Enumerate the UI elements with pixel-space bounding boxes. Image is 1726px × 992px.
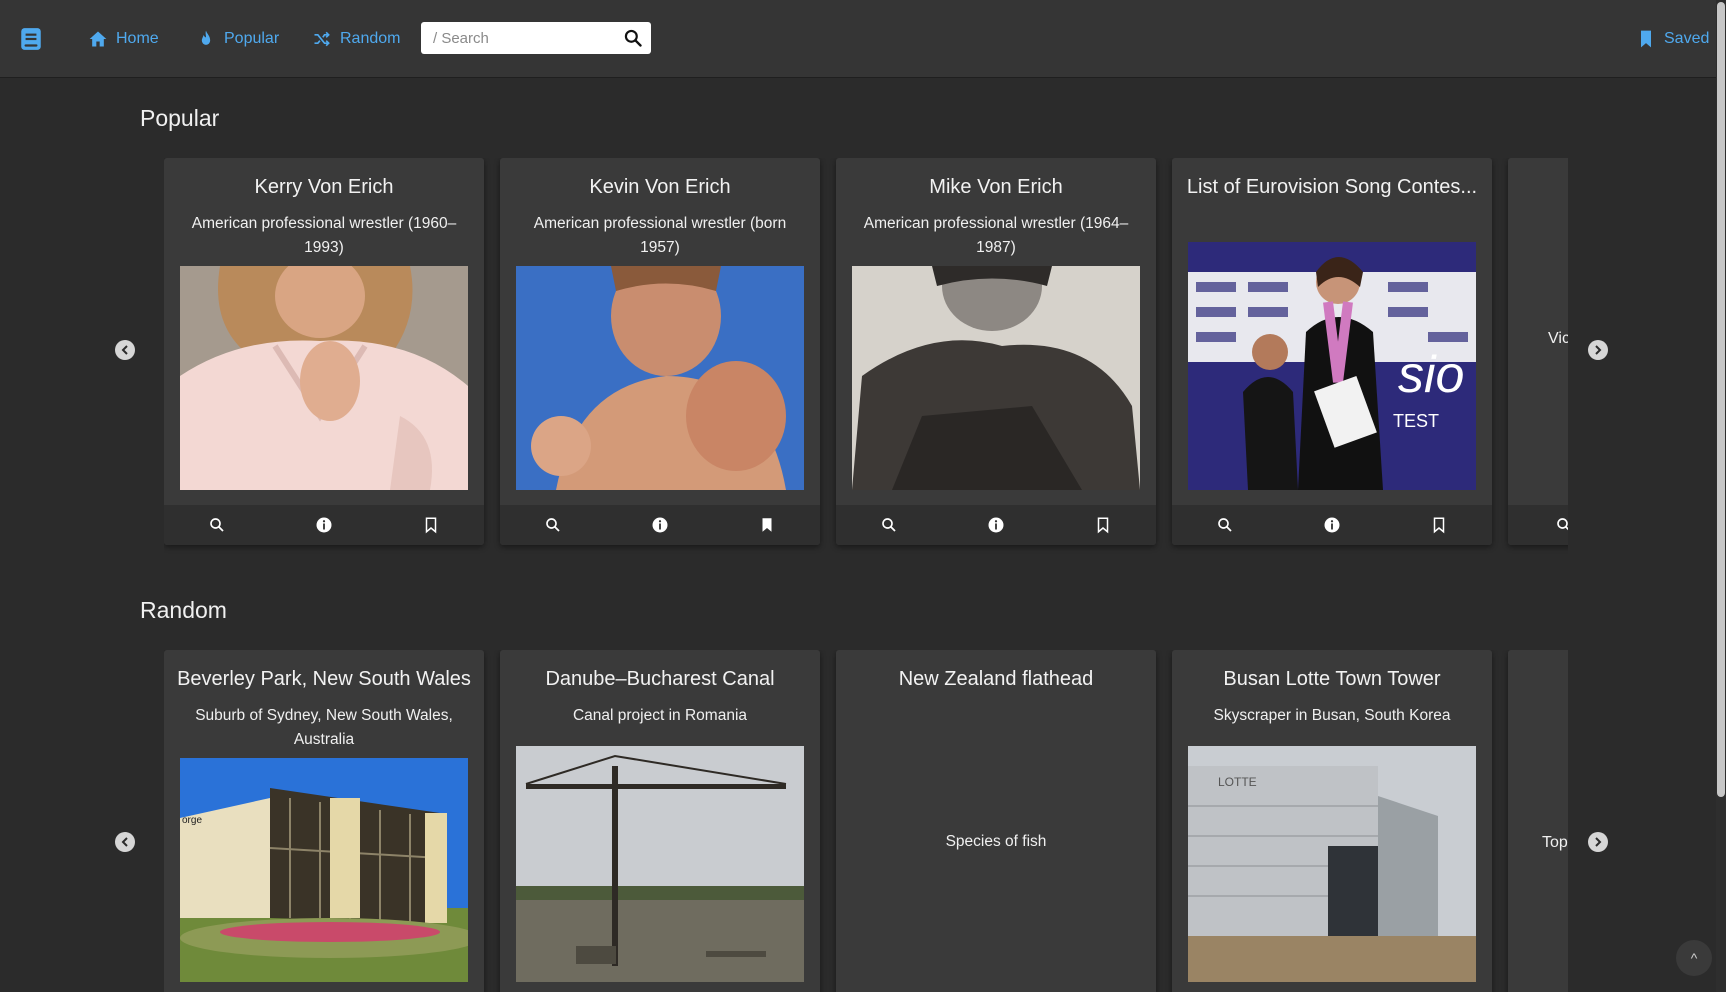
article-card[interactable]: Kevin Von Erich American professional wr… bbox=[500, 158, 820, 545]
nav-home-label: Home bbox=[116, 30, 159, 47]
card-image[interactable]: sio TEST bbox=[1188, 242, 1476, 490]
bookmark-outline-icon[interactable] bbox=[1429, 515, 1449, 535]
search-icon[interactable] bbox=[623, 28, 643, 48]
card-title: Danube–Bucharest Canal bbox=[545, 668, 775, 690]
article-card[interactable]: New Zealand flathead Species of fish bbox=[836, 650, 1156, 992]
search-box bbox=[421, 22, 651, 54]
card-description: Vic bbox=[1548, 330, 1568, 347]
bookmark-outline-icon[interactable] bbox=[421, 515, 441, 535]
card-actions bbox=[1508, 505, 1568, 545]
random-section-title: Random bbox=[140, 597, 227, 623]
card-title: Mike Von Erich bbox=[929, 176, 1063, 198]
card-description: American professional wrestler (1960–199… bbox=[191, 215, 457, 256]
info-icon[interactable] bbox=[986, 515, 1006, 535]
scrollbar-track[interactable] bbox=[1716, 0, 1726, 992]
popular-next-button[interactable] bbox=[1588, 340, 1608, 360]
card-title: List of Eurovision Song Contes... bbox=[1186, 176, 1478, 198]
card-actions bbox=[836, 505, 1156, 545]
card-description: Species of fish bbox=[945, 833, 1047, 850]
card-title: Busan Lotte Town Tower bbox=[1223, 668, 1441, 690]
top-navbar: Home Popular Random Saved bbox=[0, 0, 1726, 78]
card-image[interactable] bbox=[516, 266, 804, 490]
search-icon[interactable] bbox=[879, 515, 899, 535]
article-card[interactable]: Vic bbox=[1508, 158, 1568, 545]
article-card[interactable]: Mike Von Erich American professional wre… bbox=[836, 158, 1156, 545]
card-image[interactable]: orge bbox=[180, 758, 468, 982]
popular-carousel: Kerry Von Erich American professional wr… bbox=[164, 158, 1568, 558]
scrollbar-thumb[interactable] bbox=[1717, 2, 1725, 797]
svg-text:orge: orge bbox=[182, 815, 202, 826]
bookmark-filled-icon[interactable] bbox=[757, 515, 777, 535]
search-icon[interactable] bbox=[1215, 515, 1235, 535]
search-icon[interactable] bbox=[543, 515, 563, 535]
card-description: American professional wrestler (born 195… bbox=[533, 215, 787, 256]
card-title: Beverley Park, New South Wales bbox=[177, 668, 471, 690]
random-next-button[interactable] bbox=[1588, 832, 1608, 852]
info-icon[interactable] bbox=[314, 515, 334, 535]
article-card[interactable]: Busan Lotte Town Tower Skyscraper in Bus… bbox=[1172, 650, 1492, 992]
shuffle-icon bbox=[314, 31, 330, 47]
card-image[interactable] bbox=[180, 266, 468, 490]
svg-text:sio: sio bbox=[1398, 346, 1464, 404]
info-icon[interactable] bbox=[650, 515, 670, 535]
bookmark-icon bbox=[1641, 30, 1651, 48]
home-icon bbox=[89, 31, 107, 47]
chevron-right-icon bbox=[1595, 837, 1602, 847]
nav-random-label: Random bbox=[340, 30, 401, 47]
nav-home-link[interactable]: Home bbox=[88, 24, 159, 54]
chevron-right-icon bbox=[1595, 345, 1602, 355]
chevron-left-icon bbox=[121, 345, 128, 355]
card-description: Suburb of Sydney, New South Wales, Austr… bbox=[195, 707, 453, 748]
nav-random-link[interactable]: Random bbox=[312, 24, 400, 54]
bookmark-outline-icon[interactable] bbox=[1093, 515, 1113, 535]
svg-text:TEST: TEST bbox=[1393, 411, 1439, 431]
scroll-to-top-button[interactable]: ^ bbox=[1676, 940, 1712, 976]
card-description: American professional wrestler (1964–198… bbox=[863, 215, 1129, 256]
random-prev-button[interactable] bbox=[115, 832, 135, 852]
fire-icon bbox=[201, 30, 211, 45]
nav-popular-link[interactable]: Popular bbox=[196, 24, 279, 54]
popular-section-title: Popular bbox=[140, 105, 220, 131]
search-input[interactable] bbox=[421, 22, 611, 54]
article-card[interactable]: Kerry Von Erich American professional wr… bbox=[164, 158, 484, 545]
article-card[interactable]: Top bbox=[1508, 650, 1568, 992]
search-icon[interactable] bbox=[1554, 515, 1568, 535]
search-icon[interactable] bbox=[207, 515, 227, 535]
card-actions bbox=[1172, 505, 1492, 545]
card-description: Skyscraper in Busan, South Korea bbox=[1213, 707, 1451, 724]
card-image[interactable]: LOTTE bbox=[1188, 746, 1476, 982]
card-title: Kevin Von Erich bbox=[589, 176, 731, 198]
card-image[interactable] bbox=[516, 746, 804, 982]
nav-saved-label: Saved bbox=[1664, 30, 1710, 47]
chevron-left-icon bbox=[121, 837, 128, 847]
card-description: Canal project in Romania bbox=[572, 707, 748, 724]
popular-prev-button[interactable] bbox=[115, 340, 135, 360]
svg-text:LOTTE: LOTTE bbox=[1218, 775, 1257, 789]
article-card[interactable]: Danube–Bucharest Canal Canal project in … bbox=[500, 650, 820, 992]
card-actions bbox=[500, 505, 820, 545]
card-description: Top bbox=[1542, 834, 1568, 851]
article-card[interactable]: Beverley Park, New South Wales Suburb of… bbox=[164, 650, 484, 992]
info-icon[interactable] bbox=[1322, 515, 1342, 535]
random-carousel: Beverley Park, New South Wales Suburb of… bbox=[164, 650, 1568, 992]
nav-saved-link[interactable]: Saved bbox=[1636, 24, 1709, 54]
article-card[interactable]: List of Eurovision Song Contes... sio TE… bbox=[1172, 158, 1492, 545]
book-logo-icon[interactable] bbox=[18, 26, 44, 52]
card-title: New Zealand flathead bbox=[898, 668, 1094, 690]
nav-popular-label: Popular bbox=[224, 30, 280, 47]
card-title: Kerry Von Erich bbox=[254, 176, 394, 198]
card-image[interactable] bbox=[852, 266, 1140, 490]
card-actions bbox=[164, 505, 484, 545]
